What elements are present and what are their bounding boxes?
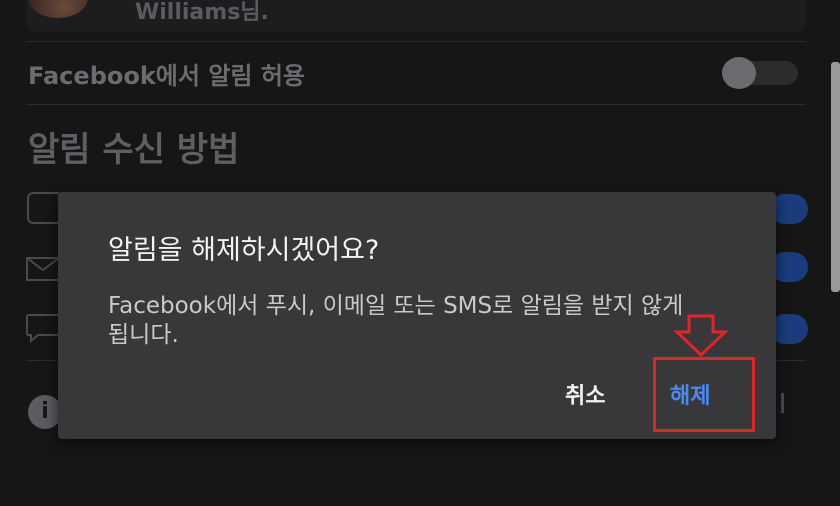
highlight-box bbox=[653, 357, 755, 432]
truncated-text-fragment bbox=[781, 393, 784, 413]
info-icon: i bbox=[28, 395, 62, 429]
profile-name: Williams님. bbox=[135, 0, 269, 25]
section-title: 알림 수신 방법 bbox=[28, 130, 240, 170]
scrollbar[interactable] bbox=[831, 62, 840, 292]
allow-notifications-toggle[interactable] bbox=[722, 57, 798, 89]
divider bbox=[26, 41, 806, 42]
sms-icon bbox=[26, 314, 60, 343]
dialog-title: 알림을 해제하시겠어요? bbox=[108, 235, 380, 266]
divider bbox=[26, 104, 806, 105]
dialog-message: Facebook에서 푸시, 이메일 또는 SMS로 알림을 받지 않게 됩니다… bbox=[108, 293, 684, 348]
email-icon bbox=[26, 257, 60, 281]
down-arrow-icon bbox=[673, 314, 729, 358]
allow-notifications-label: Facebook에서 알림 허용 bbox=[28, 62, 305, 90]
cancel-button[interactable]: 취소 bbox=[565, 378, 605, 410]
toggle-knob bbox=[722, 57, 756, 89]
